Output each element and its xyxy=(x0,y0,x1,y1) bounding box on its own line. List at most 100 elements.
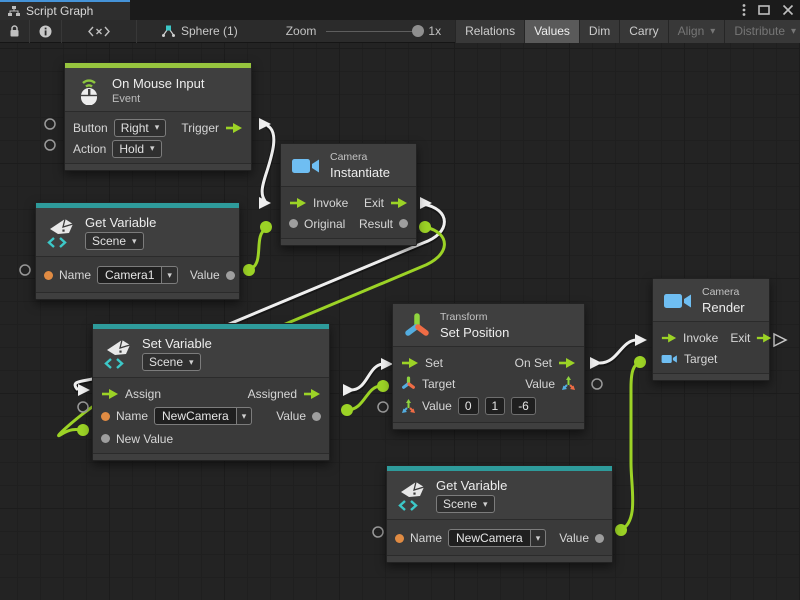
value-output-port-icon[interactable] xyxy=(595,534,604,543)
variable-icon xyxy=(46,217,76,249)
port-label-exit: Exit xyxy=(730,331,750,345)
variable-name-caret[interactable] xyxy=(237,407,253,425)
vector3-output-port-icon[interactable] xyxy=(561,376,576,391)
exit-output-port-icon[interactable] xyxy=(390,198,408,208)
dim-button[interactable]: Dim xyxy=(579,20,619,43)
target-input-port-icon[interactable] xyxy=(661,353,678,365)
assign-input-port-icon[interactable] xyxy=(101,389,119,399)
original-input-port-icon[interactable] xyxy=(289,219,298,228)
wire-getvar2-to-target xyxy=(621,362,640,530)
node-camera-render[interactable]: Camera Render Invoke Exit xyxy=(652,278,770,381)
window-menu-icon[interactable] xyxy=(742,3,746,17)
scope-dropdown[interactable]: Scene xyxy=(436,495,495,513)
exit-output-port-icon[interactable] xyxy=(756,333,772,343)
transform-icon xyxy=(403,312,431,340)
tab-script-graph[interactable]: Script Graph xyxy=(0,0,130,20)
camera-icon xyxy=(663,291,693,311)
set-input-port-icon[interactable] xyxy=(401,358,419,368)
port-label-value-out: Value xyxy=(525,377,555,391)
node-get-variable-camera1[interactable]: Get Variable Scene Name Camera1 Value xyxy=(35,202,240,300)
port-label-button: Button xyxy=(73,121,108,135)
assigned-output-port-icon[interactable] xyxy=(303,389,321,399)
edit-graph-icon[interactable] xyxy=(62,20,136,43)
invoke-input-port-icon[interactable] xyxy=(661,333,677,343)
maximize-icon[interactable] xyxy=(758,4,770,16)
variable-name-field[interactable]: NewCamera xyxy=(154,407,252,425)
info-icon[interactable] xyxy=(30,20,61,43)
node-on-mouse-input[interactable]: On Mouse Input Event Button Right Trigge… xyxy=(64,62,252,171)
toolbar-separator xyxy=(136,20,137,43)
node-footer xyxy=(387,555,612,562)
trigger-output-port-icon[interactable] xyxy=(225,123,243,133)
node-footer xyxy=(393,422,584,429)
name-input-port-icon[interactable] xyxy=(101,412,110,421)
node-transform-set-position[interactable]: Transform Set Position Set On Set xyxy=(392,303,585,430)
zoom-slider[interactable] xyxy=(326,20,422,43)
scope-dropdown[interactable]: Scene xyxy=(85,232,144,250)
variable-name-caret[interactable] xyxy=(162,266,178,284)
relations-button[interactable]: Relations xyxy=(455,20,524,43)
variable-icon xyxy=(103,338,133,370)
value-output-port-icon[interactable] xyxy=(226,271,235,280)
node-title: Get Variable xyxy=(436,478,507,493)
node-footer xyxy=(93,453,329,460)
port-label-invoke: Invoke xyxy=(313,196,348,210)
port-label-target: Target xyxy=(684,352,717,366)
vector3-input-port-icon[interactable] xyxy=(401,399,416,414)
port-label-exit: Exit xyxy=(364,196,384,210)
distribute-button[interactable]: Distribute xyxy=(724,20,800,43)
variable-name-caret[interactable] xyxy=(531,529,547,547)
breadcrumb-label: Sphere (1) xyxy=(181,24,238,38)
variable-name-field[interactable]: Camera1 xyxy=(97,266,178,284)
port-label-assigned: Assigned xyxy=(248,387,297,401)
node-set-variable[interactable]: Set Variable Scene Assign Assigned Name xyxy=(92,323,330,461)
window-tab-bar: Script Graph xyxy=(0,0,800,20)
values-button[interactable]: Values xyxy=(524,20,579,43)
graph-breadcrumb-icon xyxy=(161,25,176,38)
node-group: Camera xyxy=(702,286,745,298)
name-input-port-icon[interactable] xyxy=(395,534,404,543)
variable-name-field[interactable]: NewCamera xyxy=(448,529,546,547)
mouse-input-icon xyxy=(75,75,103,105)
camera-icon xyxy=(291,156,321,176)
node-footer xyxy=(36,292,239,299)
port-label-name: Name xyxy=(410,531,442,545)
breadcrumb[interactable]: Sphere (1) xyxy=(151,24,248,38)
result-output-port-icon[interactable] xyxy=(399,219,408,228)
node-footer xyxy=(653,373,769,380)
variable-icon xyxy=(397,480,427,512)
node-camera-instantiate[interactable]: Camera Instantiate Invoke Exit Original xyxy=(280,143,417,246)
node-title: Set Position xyxy=(440,325,509,340)
node-title: Instantiate xyxy=(330,165,390,180)
scope-dropdown[interactable]: Scene xyxy=(142,353,201,371)
button-dropdown[interactable]: Right xyxy=(114,119,167,137)
invoke-input-port-icon[interactable] xyxy=(289,198,307,208)
node-get-variable-newcamera[interactable]: Get Variable Scene Name NewCamera Value xyxy=(386,465,613,563)
port-label-on-set: On Set xyxy=(515,356,552,370)
vector-x-input[interactable]: 0 xyxy=(458,397,479,415)
zoom-slider-track[interactable] xyxy=(326,31,422,32)
target-input-port-icon[interactable] xyxy=(401,376,416,391)
vector-y-input[interactable]: 1 xyxy=(485,397,506,415)
zoom-slider-knob[interactable] xyxy=(412,25,424,37)
name-input-port-icon[interactable] xyxy=(44,271,53,280)
close-icon[interactable] xyxy=(782,4,794,16)
node-title: Render xyxy=(702,300,745,315)
port-label-name: Name xyxy=(59,268,91,282)
carry-button[interactable]: Carry xyxy=(619,20,667,43)
port-label-result: Result xyxy=(359,217,393,231)
value-output-port-icon[interactable] xyxy=(312,412,321,421)
port-label-target: Target xyxy=(422,377,455,391)
new-value-input-port-icon[interactable] xyxy=(101,434,110,443)
port-label-name: Name xyxy=(116,409,148,423)
action-dropdown[interactable]: Hold xyxy=(112,140,161,158)
port-label-value: Value xyxy=(276,409,306,423)
lock-icon[interactable] xyxy=(0,20,29,43)
node-footer xyxy=(281,238,416,245)
align-button[interactable]: Align xyxy=(668,20,725,43)
toolbar-button-group: Relations Values Dim Carry Align Distrib… xyxy=(455,20,800,43)
vector-z-input[interactable]: -6 xyxy=(511,397,536,415)
port-label-action: Action xyxy=(73,142,106,156)
on-set-output-port-icon[interactable] xyxy=(558,358,576,368)
graph-canvas[interactable]: On Mouse Input Event Button Right Trigge… xyxy=(0,43,800,600)
